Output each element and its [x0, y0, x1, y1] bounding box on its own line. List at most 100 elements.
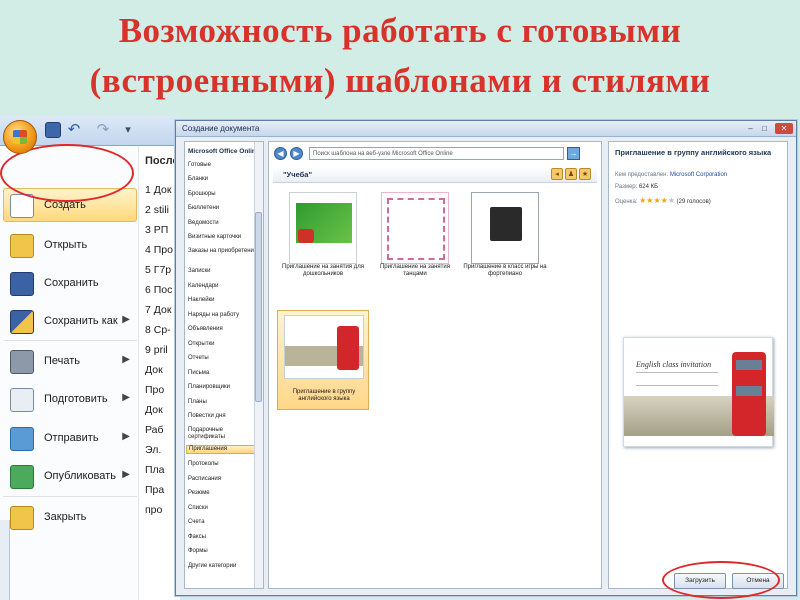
- recent-item[interactable]: Раб: [145, 424, 164, 436]
- rating-sort-icon[interactable]: ★: [579, 168, 591, 180]
- category-item[interactable]: Повестки дня: [188, 413, 260, 420]
- customize-toolbar-icon[interactable]: ▾: [120, 122, 136, 138]
- size-value: 624 КБ: [638, 184, 659, 190]
- template-caption: Приглашение на занятия для дошкольников: [282, 264, 364, 277]
- gallery-section-header: "Учеба" ◂ ♟ ★: [273, 167, 597, 183]
- category-item[interactable]: Письма: [188, 370, 260, 377]
- category-scrollbar[interactable]: [254, 142, 263, 588]
- recent-item[interactable]: про: [145, 504, 162, 516]
- menu-item-save[interactable]: Сохранить: [3, 266, 137, 300]
- provider-link[interactable]: Microsoft Corporation: [670, 172, 727, 178]
- download-button[interactable]: Загрузить: [674, 573, 726, 589]
- menu-item-save-as[interactable]: Сохранить как ▶: [3, 304, 137, 338]
- recent-item[interactable]: Про: [145, 384, 164, 396]
- recent-item[interactable]: 5 Г7р: [145, 264, 171, 276]
- search-go-icon[interactable]: →: [567, 147, 580, 160]
- recent-item[interactable]: Эл.: [145, 444, 161, 456]
- category-item[interactable]: Наряды на работу: [188, 312, 260, 319]
- category-item[interactable]: Отчеты: [188, 355, 260, 362]
- recent-item[interactable]: 8 Ср-: [145, 324, 171, 336]
- office-logo-icon: [13, 130, 27, 144]
- recent-item[interactable]: 9 pril: [145, 344, 168, 356]
- star-filled-icon[interactable]: ★: [661, 196, 668, 205]
- category-item[interactable]: Списки: [188, 505, 260, 512]
- minimize-icon[interactable]: –: [745, 123, 756, 134]
- menu-item-close[interactable]: Закрыть: [3, 500, 137, 534]
- category-item[interactable]: Протоколы: [188, 461, 260, 468]
- recent-item[interactable]: Док: [145, 364, 163, 376]
- menu-item-publish[interactable]: Опубликовать ▶: [3, 459, 137, 493]
- scrollbar[interactable]: [0, 520, 10, 600]
- category-item[interactable]: Бланки: [188, 176, 260, 183]
- category-item[interactable]: Факсы: [188, 534, 260, 541]
- dialog-title: Создание документа: [182, 124, 260, 133]
- maximize-icon[interactable]: □: [759, 123, 770, 134]
- recent-item[interactable]: 4 Про: [145, 244, 173, 256]
- template-item[interactable]: Приглашение на занятия танцами: [369, 188, 461, 288]
- publish-icon: [10, 465, 34, 489]
- category-item[interactable]: Другие категории: [188, 563, 260, 570]
- category-item[interactable]: Готовые: [188, 162, 260, 169]
- category-item[interactable]: Ведомости: [188, 220, 260, 227]
- star-empty-icon[interactable]: ★: [668, 196, 675, 205]
- recent-item[interactable]: 6 Пос: [145, 284, 172, 296]
- recent-item[interactable]: 2 stili: [145, 204, 169, 216]
- template-search-input[interactable]: Поиск шаблона на веб-узле Microsoft Offi…: [309, 147, 564, 160]
- menu-divider: [3, 340, 137, 341]
- office-button[interactable]: [3, 120, 37, 154]
- back-arrow-icon[interactable]: ◀: [274, 147, 287, 160]
- close-folder-icon: [10, 506, 34, 530]
- category-item[interactable]: Записки: [188, 268, 260, 275]
- person-filter-icon[interactable]: ♟: [565, 168, 577, 180]
- template-details-pane: Приглашение в группу английского языка К…: [608, 141, 788, 589]
- rating-stars[interactable]: ★★★★★: [639, 196, 675, 205]
- menu-item-send[interactable]: Отправить ▶: [3, 421, 137, 455]
- recent-item[interactable]: Док: [145, 404, 163, 416]
- category-item[interactable]: Резюме: [188, 490, 260, 497]
- forward-arrow-icon[interactable]: ▶: [290, 147, 303, 160]
- category-item[interactable]: Планировщики: [188, 384, 260, 391]
- submenu-arrow-icon: ▶: [122, 314, 130, 325]
- submenu-arrow-icon: ▶: [122, 392, 130, 403]
- sort-icon[interactable]: ◂: [551, 168, 563, 180]
- recent-item[interactable]: Пра: [145, 484, 164, 496]
- category-item[interactable]: Расписания: [188, 476, 260, 483]
- recent-item[interactable]: Пла: [145, 464, 165, 476]
- template-item-selected[interactable]: Приглашение в группу английского языка: [277, 310, 369, 410]
- category-item[interactable]: Счета: [188, 519, 260, 526]
- category-item-selected[interactable]: Приглашения: [186, 445, 262, 454]
- menu-item-open[interactable]: Открыть: [3, 228, 137, 262]
- menu-item-print[interactable]: Печать ▶: [3, 344, 137, 378]
- category-item[interactable]: Формы: [188, 548, 260, 555]
- category-item[interactable]: Наклейки: [188, 297, 260, 304]
- template-provider: Кем предоставлен: Microsoft Corporation: [615, 172, 727, 178]
- cancel-button[interactable]: Отмена: [732, 573, 784, 589]
- menu-item-new[interactable]: Создать: [3, 188, 137, 222]
- close-icon[interactable]: ✕: [775, 123, 793, 134]
- scrollbar-thumb[interactable]: [255, 212, 262, 402]
- category-item[interactable]: Визитные карточки: [188, 234, 260, 241]
- rating-votes: (29 голосов): [676, 199, 711, 205]
- category-item[interactable]: Подарочные сертификаты: [188, 427, 260, 441]
- recent-item[interactable]: 1 Док: [145, 184, 171, 196]
- recent-item[interactable]: 7 Док: [145, 304, 171, 316]
- category-item[interactable]: Календари: [188, 283, 260, 290]
- category-item[interactable]: Планы: [188, 399, 260, 406]
- office-menu-commands: Создать Открыть Сохранить Сохранить как …: [0, 146, 138, 600]
- star-filled-icon[interactable]: ★: [653, 196, 660, 205]
- category-item[interactable]: Объявления: [188, 326, 260, 333]
- category-item[interactable]: Заказы на приобретение: [188, 248, 260, 255]
- template-item[interactable]: Приглашение на занятия для дошкольников: [277, 188, 369, 288]
- category-item[interactable]: Бюллетени: [188, 205, 260, 212]
- category-header[interactable]: Microsoft Office Online: [188, 148, 260, 155]
- template-preview: English class invitation: [623, 337, 774, 447]
- category-item[interactable]: Открытки: [188, 341, 260, 348]
- recent-item[interactable]: 3 РП: [145, 224, 168, 236]
- category-item[interactable]: Брошюры: [188, 191, 260, 198]
- floppy-disk-icon: [10, 272, 34, 296]
- save-icon[interactable]: [45, 122, 61, 138]
- redo-icon[interactable]: ↷: [95, 122, 111, 138]
- template-item[interactable]: Приглашение в класс игры на фортепиано: [459, 188, 551, 288]
- undo-icon[interactable]: ↶: [66, 122, 82, 138]
- menu-item-prepare[interactable]: Подготовить ▶: [3, 382, 137, 416]
